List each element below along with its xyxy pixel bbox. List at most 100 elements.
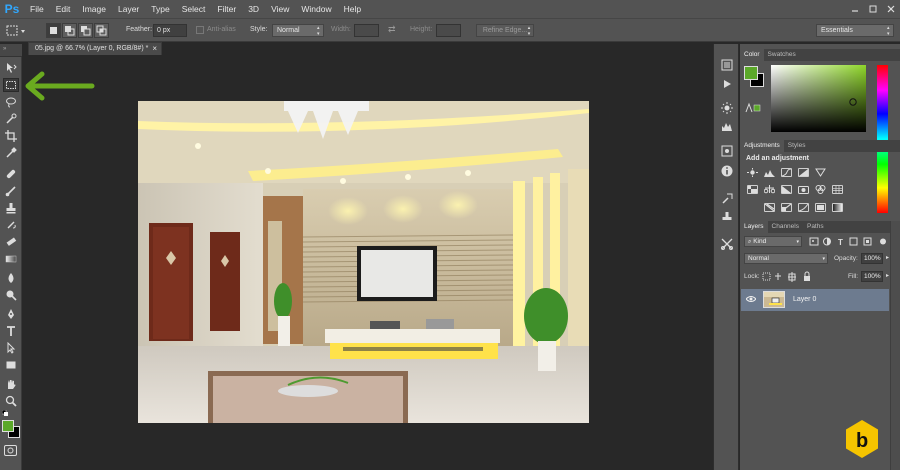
- swap-width-height-icon[interactable]: ⇄: [388, 24, 400, 37]
- path-selection-icon[interactable]: [3, 341, 19, 355]
- opacity-slider-arrow-icon[interactable]: ▸: [886, 254, 889, 261]
- color-lookup-icon[interactable]: [832, 185, 843, 194]
- posterize-icon[interactable]: [781, 203, 792, 212]
- blend-mode-select[interactable]: Normal ▾: [744, 253, 828, 264]
- quick-selection-tool-icon[interactable]: [3, 112, 19, 126]
- menu-type[interactable]: Type: [145, 0, 175, 18]
- levels-icon[interactable]: [764, 168, 775, 177]
- gradient-map-icon[interactable]: [832, 203, 843, 212]
- gradient-tool-icon[interactable]: [3, 252, 19, 266]
- quick-mask-icon[interactable]: [4, 445, 17, 456]
- brush-presets-panel-icon[interactable]: [720, 144, 734, 158]
- exposure-icon[interactable]: [798, 168, 809, 177]
- photo-filter-icon[interactable]: [798, 185, 809, 194]
- default-colors-icon[interactable]: [1, 409, 12, 416]
- height-input[interactable]: [436, 24, 461, 37]
- maximize-icon[interactable]: [864, 0, 882, 18]
- actions-panel-icon[interactable]: [720, 77, 734, 91]
- menu-select[interactable]: Select: [176, 0, 212, 18]
- document-image[interactable]: [138, 101, 589, 423]
- scissors-panel-icon[interactable]: [720, 237, 734, 251]
- menu-file[interactable]: File: [24, 0, 50, 18]
- feather-input[interactable]: 0 px: [153, 24, 187, 37]
- tab-styles[interactable]: Styles: [784, 140, 810, 152]
- spot-healing-brush-icon[interactable]: [3, 167, 19, 181]
- panels-scrollbar[interactable]: [890, 221, 900, 470]
- eraser-tool-icon[interactable]: [3, 235, 19, 249]
- rectangle-tool-icon[interactable]: [3, 358, 19, 372]
- eye-icon[interactable]: [745, 295, 757, 303]
- move-tool-icon[interactable]: [3, 61, 19, 75]
- menu-filter[interactable]: Filter: [211, 0, 242, 18]
- brush-tool-icon[interactable]: [3, 184, 19, 198]
- zoom-tool-icon[interactable]: [3, 394, 19, 408]
- intersect-selection-icon[interactable]: [94, 23, 109, 38]
- threshold-icon[interactable]: [798, 203, 809, 212]
- vibrance-icon[interactable]: [815, 168, 826, 177]
- tab-swatches[interactable]: Swatches: [764, 49, 800, 61]
- channel-mixer-icon[interactable]: [815, 185, 826, 194]
- toolbox-header[interactable]: »: [0, 44, 22, 57]
- tool-preset-picker[interactable]: [5, 23, 27, 38]
- rectangular-marquee-tool-icon[interactable]: [3, 78, 19, 92]
- new-selection-icon[interactable]: [46, 23, 61, 38]
- clone-stamp-icon[interactable]: [3, 201, 19, 215]
- opacity-input[interactable]: 100%: [861, 253, 883, 264]
- layer-row-layer-0[interactable]: Layer 0: [741, 289, 889, 311]
- tab-color[interactable]: Color: [740, 49, 764, 61]
- clone-source-panel-icon[interactable]: [720, 210, 734, 224]
- style-select[interactable]: Normal: [272, 24, 324, 37]
- color-balance-icon[interactable]: [763, 185, 776, 194]
- selective-color-icon[interactable]: [815, 203, 826, 212]
- subtract-from-selection-icon[interactable]: [78, 23, 93, 38]
- histogram-panel-icon[interactable]: [720, 119, 734, 133]
- curves-icon[interactable]: [781, 168, 792, 177]
- layer-name[interactable]: Layer 0: [793, 296, 816, 303]
- fill-slider-arrow-icon[interactable]: ▸: [886, 272, 889, 279]
- add-adjustment-label: Add an adjustment: [746, 155, 810, 162]
- close-icon[interactable]: [882, 0, 900, 18]
- tool-presets-panel-icon[interactable]: [720, 192, 734, 206]
- type-tool-icon[interactable]: [3, 324, 19, 338]
- history-panel-icon[interactable]: [720, 58, 734, 72]
- lock-icons[interactable]: [762, 271, 822, 282]
- foreground-color-swatch[interactable]: [2, 420, 14, 432]
- hue-saturation-icon[interactable]: [747, 185, 758, 194]
- lasso-tool-icon[interactable]: [3, 95, 19, 109]
- minimize-icon[interactable]: [846, 0, 864, 18]
- brightness-contrast-icon[interactable]: [747, 168, 758, 177]
- crop-tool-icon[interactable]: [3, 129, 19, 143]
- info-panel-icon[interactable]: [720, 164, 734, 178]
- tab-adjustments[interactable]: Adjustments: [740, 140, 784, 152]
- layer-filter-kind-select[interactable]: ⌕ Kind ▾: [744, 236, 802, 247]
- dodge-tool-icon[interactable]: [3, 288, 19, 302]
- refine-edge-button[interactable]: Refine Edge...: [476, 24, 534, 37]
- fill-input[interactable]: 100%: [861, 271, 883, 282]
- width-input[interactable]: [354, 24, 379, 37]
- menu-layer[interactable]: Layer: [112, 0, 145, 18]
- menu-window[interactable]: Window: [295, 0, 337, 18]
- history-brush-icon[interactable]: [3, 218, 19, 232]
- hand-tool-icon[interactable]: [3, 377, 19, 391]
- document-tab[interactable]: 05.jpg @ 66.7% (Layer 0, RGB/8#) * ×: [28, 42, 162, 55]
- menu-3d[interactable]: 3D: [242, 0, 265, 18]
- eyedropper-tool-icon[interactable]: [3, 146, 19, 160]
- menu-image[interactable]: Image: [76, 0, 112, 18]
- menu-edit[interactable]: Edit: [50, 0, 77, 18]
- invert-icon[interactable]: [764, 203, 775, 212]
- tab-paths[interactable]: Paths: [803, 221, 828, 233]
- menu-help[interactable]: Help: [338, 0, 367, 18]
- close-document-icon[interactable]: ×: [152, 44, 157, 53]
- tab-channels[interactable]: Channels: [768, 221, 803, 233]
- pen-tool-icon[interactable]: [3, 307, 19, 321]
- tab-layers[interactable]: Layers: [740, 221, 768, 233]
- brightness-panel-icon[interactable]: [720, 101, 734, 115]
- hue-slider[interactable]: [877, 65, 888, 213]
- antialias-checkbox[interactable]: [196, 26, 204, 34]
- color-picker-field[interactable]: [771, 65, 866, 132]
- black-white-icon[interactable]: [781, 185, 792, 194]
- blur-tool-icon[interactable]: [3, 271, 19, 285]
- menu-view[interactable]: View: [265, 0, 295, 18]
- workspace-select[interactable]: Essentials: [816, 24, 894, 37]
- add-to-selection-icon[interactable]: [62, 23, 77, 38]
